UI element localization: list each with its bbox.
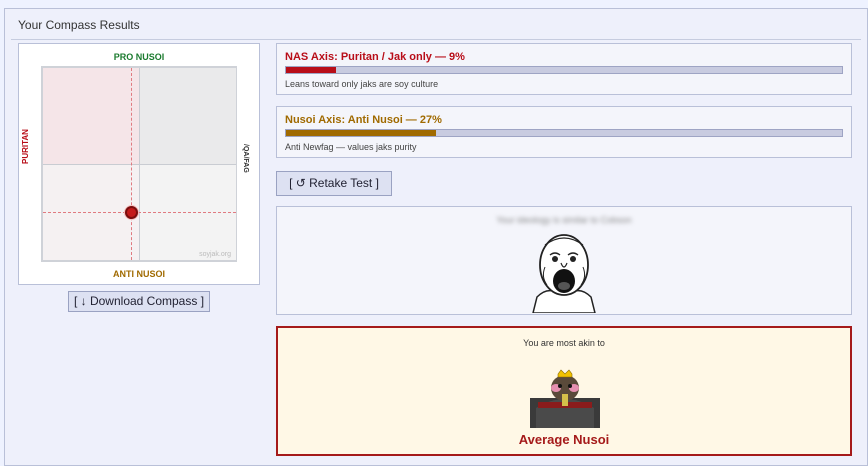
nusoi-axis-fill (286, 130, 437, 136)
compass-chart: PRO NUSOI PURITAN /QA/FAG soyjak.org ANT… (18, 43, 260, 285)
ideology-match-box: Your ideology is similar to Cobson (276, 206, 852, 315)
soyjak-face-icon (532, 234, 596, 313)
nusoi-figure-icon (530, 369, 600, 428)
result-intro: You are most akin to (523, 338, 605, 348)
ideology-blurred-text: Your ideology is similar to Cobson (496, 215, 632, 225)
result-box: You are most akin to Average Nusoi (276, 326, 852, 456)
compass-right-label: /QA/FAG (242, 144, 249, 173)
quadrant-top-left (43, 68, 140, 165)
quadrant-top-right (140, 68, 236, 165)
retake-test-button[interactable]: [ ↺ Retake Test ] (276, 171, 392, 196)
compass-top-label: PRO NUSOI (113, 52, 165, 62)
nusoi-axis-title: Nusoi Axis: Anti Nusoi — 27% (285, 114, 442, 126)
nusoi-axis-bar (285, 129, 843, 137)
compass-left-label: PURITAN (21, 129, 30, 164)
nas-axis-title: NAS Axis: Puritan / Jak only — 9% (285, 51, 465, 63)
compass-grid: soyjak.org (41, 66, 237, 262)
panel-title: Your Compass Results (18, 18, 140, 32)
compass-position-marker (125, 206, 138, 219)
compass-bottom-label: ANTI NUSOI (112, 269, 165, 279)
download-compass-button[interactable]: [ ↓ Download Compass ] (68, 291, 210, 312)
marker-horizontal-guide (43, 212, 236, 213)
compass-watermark: soyjak.org (199, 251, 231, 258)
marker-vertical-guide (131, 68, 132, 260)
nas-axis-fill (286, 67, 337, 73)
nas-axis-description: Leans toward only jaks are soy culture (285, 79, 439, 89)
nusoi-axis-card: Nusoi Axis: Anti Nusoi — 27% Anti Newfag… (276, 106, 852, 158)
panel-divider (11, 39, 861, 40)
result-name: Average Nusoi (518, 432, 610, 447)
nas-axis-card: NAS Axis: Puritan / Jak only — 9% Leans … (276, 43, 852, 95)
nas-axis-bar (285, 66, 843, 74)
nusoi-axis-description: Anti Newfag — values jaks purity (285, 142, 417, 152)
compass-results-panel: Your Compass Results PRO NUSOI PURITAN /… (4, 8, 868, 466)
